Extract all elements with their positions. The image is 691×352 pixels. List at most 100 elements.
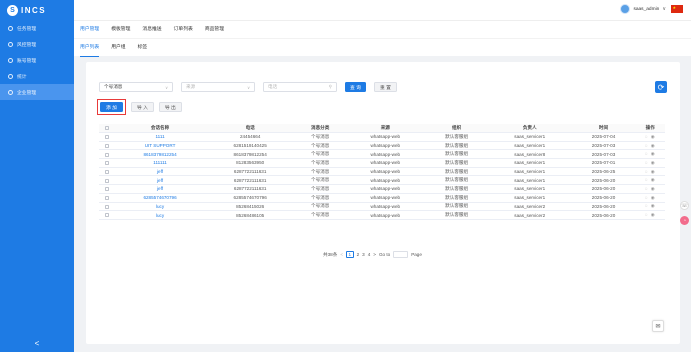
tab-user-management[interactable]: 用户管理 [80,21,100,39]
source-select[interactable]: 来源 ∨ [181,82,255,92]
row-select-cell[interactable] [99,158,115,168]
row-select-cell[interactable] [99,141,115,151]
select-all-cell[interactable] [99,124,115,133]
table-row[interactable]: jeff 6287722111631 个号消息 whatsapp-web 默认客服组 sa… [99,184,665,194]
session-name-link[interactable]: 1111 [115,132,206,142]
customer-service-icon[interactable]: ☏ [680,201,689,210]
tab-template-management[interactable]: 模板管理 [111,21,130,39]
chat-icon[interactable]: ◌ [645,195,649,200]
chat-icon[interactable]: ◌ [645,160,649,165]
table-row[interactable]: UIT SUPPORT 6281519140425 个号消息 whatsapp-web… [99,141,665,151]
phone-cell: 6287722111631 [205,184,296,194]
eye-icon[interactable]: ◉ [651,151,656,156]
eye-icon[interactable]: ◉ [651,203,656,208]
session-name-link[interactable]: UIT SUPPORT [115,141,206,151]
row-checkbox[interactable] [105,143,109,148]
phone-search-input[interactable]: 电话 ⚲ [263,82,337,92]
prev-page-button[interactable]: < [340,252,343,257]
import-button[interactable]: 导 入 [130,102,154,112]
session-name-link[interactable]: lucy [115,202,206,212]
next-page-button[interactable]: > [373,252,376,257]
table-row[interactable]: lucy 85268415026 个号消息 whatsapp-web 默认客服组 saas… [99,202,665,212]
session-name-link[interactable]: 6285574670796 [115,193,206,203]
row-checkbox[interactable] [105,195,109,200]
session-name-link[interactable]: 111111 [115,158,206,168]
user-menu[interactable]: saas_admin ∨ [620,4,683,14]
session-name-link[interactable]: jeff [115,184,206,194]
export-button[interactable]: 导 出 [158,102,182,112]
row-checkbox[interactable] [105,161,109,166]
eye-icon[interactable]: ◉ [651,212,656,217]
add-button[interactable]: 添 加 [100,102,123,112]
tab-order-list[interactable]: 订单列表 [174,21,193,39]
eye-icon[interactable]: ◉ [651,160,656,165]
tab-user-list[interactable]: 用户列表 [80,39,100,57]
chat-icon[interactable]: ◌ [645,134,649,139]
goto-page-input[interactable] [393,251,409,258]
chat-icon[interactable]: ◌ [645,177,649,182]
row-select-cell[interactable] [99,175,115,186]
chat-icon[interactable]: ◌ [645,186,649,191]
collapse-sidebar-button[interactable]: < [0,334,74,352]
chat-icon[interactable]: ◌ [645,151,649,156]
table-row[interactable]: 111111 81283563950 个号消息 whatsapp-web 默认客服组 sa… [99,158,665,168]
row-select-cell[interactable] [99,132,115,142]
chat-icon[interactable]: ◌ [645,169,649,174]
table-row[interactable]: 8618379812254 8618379812254 个号消息 whatsapp-w… [99,149,665,160]
session-name-link[interactable]: 8618379812254 [115,149,206,160]
eye-icon[interactable]: ◉ [651,134,656,139]
eye-icon[interactable]: ◉ [651,143,656,148]
chat-icon[interactable]: ◌ [645,212,649,217]
table-row[interactable]: lucy 85268486105 个号消息 whatsapp-web 默认客服组 saas… [99,210,665,220]
row-select-cell[interactable] [99,167,115,177]
sidebar-item-risk[interactable]: 风控管理 [0,36,74,52]
session-name-link[interactable]: lucy [115,210,206,220]
select-all-checkbox[interactable] [105,126,109,131]
eye-icon[interactable]: ◉ [651,195,656,200]
table-row[interactable]: 6285574670796 6285574670796 个号消息 whatsapp-w… [99,193,665,203]
eye-icon[interactable]: ◉ [651,169,656,174]
row-select-cell[interactable] [99,149,115,160]
row-checkbox[interactable] [105,135,109,140]
refresh-icon[interactable]: ⟳ [655,81,667,93]
table-row[interactable]: jeff 6287722111631 个号消息 whatsapp-web 默认客服组 sa… [99,167,665,177]
page-4-button[interactable]: 4 [368,252,371,257]
row-select-cell[interactable] [99,202,115,212]
action-bar: 添 加 导 入 导 出 [97,99,182,115]
tab-user-group[interactable]: 用户组 [111,39,125,57]
search-button[interactable]: 查 询 [345,82,366,92]
table-row[interactable]: jeff 6287722111631 个号消息 whatsapp-web 默认客服组 sa… [99,175,665,186]
page-3-button[interactable]: 3 [362,252,365,257]
phone-cell: 81283563950 [205,158,296,168]
sidebar-item-enterprise[interactable]: 企业管理 [0,84,74,100]
row-checkbox[interactable] [105,169,109,174]
chat-icon[interactable]: ◌ [645,203,649,208]
row-checkbox[interactable] [105,187,109,192]
session-name-link[interactable]: jeff [115,175,206,186]
page-1-button[interactable]: 1 [346,251,354,258]
tab-product-management[interactable]: 商品管理 [205,21,224,39]
tab-tags[interactable]: 标签 [138,39,148,57]
help-icon[interactable]: ◔ [680,216,689,225]
tab-message-push[interactable]: 消息推送 [142,21,161,39]
msg-type-select[interactable]: 个号消息 ∨ [99,82,173,92]
table-row[interactable]: 1111 24454664 个号消息 whatsapp-web 默认客服组 saas_se… [99,132,665,142]
page-2-button[interactable]: 2 [357,252,360,257]
row-checkbox[interactable] [105,213,109,218]
chat-icon[interactable]: ✉ [652,320,664,332]
reset-button[interactable]: 重 置 [373,82,397,92]
eye-icon[interactable]: ◉ [651,186,656,191]
row-checkbox[interactable] [105,178,109,183]
sidebar-item-task[interactable]: 任务管理 [0,20,74,36]
sidebar-item-stats[interactable]: 统计 [0,68,74,84]
row-select-cell[interactable] [99,193,115,203]
row-select-cell[interactable] [99,184,115,194]
row-checkbox[interactable] [105,204,109,209]
eye-icon[interactable]: ◉ [651,177,656,182]
flag-cn-icon[interactable] [671,5,683,13]
row-select-cell[interactable] [99,210,115,220]
chat-icon[interactable]: ◌ [645,143,649,148]
session-name-link[interactable]: jeff [115,167,206,177]
row-checkbox[interactable] [105,152,109,157]
sidebar-item-account[interactable]: 账号管理 [0,52,74,68]
